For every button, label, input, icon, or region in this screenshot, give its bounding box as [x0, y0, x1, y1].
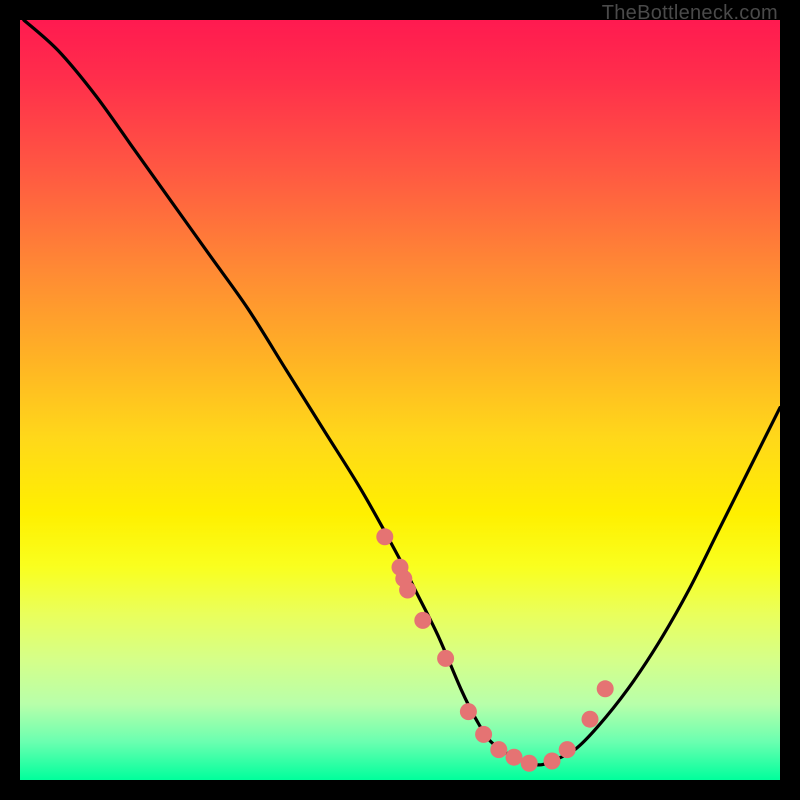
plot-area [20, 20, 780, 780]
curve-marker [559, 741, 576, 758]
bottleneck-curve [24, 20, 780, 765]
curve-marker [460, 703, 477, 720]
curve-marker [544, 753, 561, 770]
curve-marker [376, 528, 393, 545]
curve-marker [475, 726, 492, 743]
curve-marker [399, 582, 416, 599]
curve-marker [490, 741, 507, 758]
curve-marker [521, 755, 538, 772]
curve-markers [376, 528, 613, 771]
curve-marker [437, 650, 454, 667]
chart-svg [20, 20, 780, 780]
curve-marker [597, 680, 614, 697]
curve-marker [582, 711, 599, 728]
chart-container: TheBottleneck.com [0, 0, 800, 800]
curve-marker [506, 749, 523, 766]
curve-marker [414, 612, 431, 629]
